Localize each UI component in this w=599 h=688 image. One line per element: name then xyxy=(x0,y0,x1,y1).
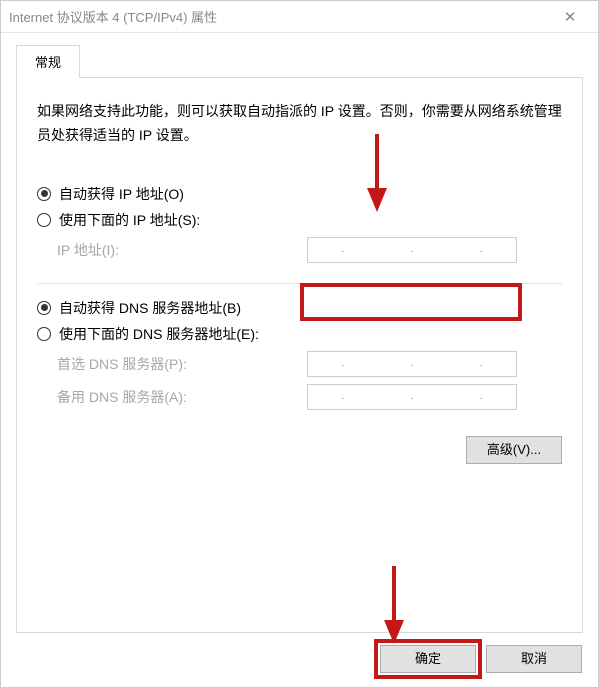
button-label: 确定 xyxy=(415,651,441,666)
tab-strip: 常规 xyxy=(16,45,583,78)
radio-icon xyxy=(37,213,51,227)
tab-label: 常规 xyxy=(35,55,61,70)
dialog-button-bar: 确定 取消 xyxy=(1,633,598,687)
advanced-button[interactable]: 高级(V)... xyxy=(466,436,562,464)
pref-dns-label: 首选 DNS 服务器(P): xyxy=(57,354,307,374)
radio-label: 使用下面的 IP 地址(S): xyxy=(59,210,200,230)
tab-panel: 如果网络支持此功能，则可以获取自动指派的 IP 设置。否则，你需要从网络系统管理… xyxy=(16,78,583,633)
alt-dns-label: 备用 DNS 服务器(A): xyxy=(57,387,307,407)
close-icon: ✕ xyxy=(564,8,577,26)
advanced-row: 高级(V)... xyxy=(37,436,562,464)
ip-octet-sep: . xyxy=(411,358,414,369)
radio-auto-ip[interactable]: 自动获得 IP 地址(O) xyxy=(37,184,562,204)
pref-dns-row: 首选 DNS 服务器(P): . . . xyxy=(57,351,562,377)
radio-icon xyxy=(37,327,51,341)
ip-octet-sep: . xyxy=(411,391,414,402)
ip-octet-sep: . xyxy=(411,244,414,255)
ip-octet-sep: . xyxy=(480,391,483,402)
radio-label: 使用下面的 DNS 服务器地址(E): xyxy=(59,324,259,344)
alt-dns-input[interactable]: . . . xyxy=(307,384,517,410)
pref-dns-input[interactable]: . . . xyxy=(307,351,517,377)
content-area: 常规 如果网络支持此功能，则可以获取自动指派的 IP 设置。否则，你需要从网络系… xyxy=(1,33,598,633)
radio-manual-dns[interactable]: 使用下面的 DNS 服务器地址(E): xyxy=(37,324,562,344)
radio-icon xyxy=(37,301,51,315)
description-text: 如果网络支持此功能，则可以获取自动指派的 IP 设置。否则，你需要从网络系统管理… xyxy=(37,100,562,148)
ip-octet-sep: . xyxy=(341,358,344,369)
ip-address-row: IP 地址(I): . . . xyxy=(57,237,562,263)
tab-general[interactable]: 常规 xyxy=(16,45,80,78)
radio-auto-dns[interactable]: 自动获得 DNS 服务器地址(B) xyxy=(37,298,562,318)
ip-octet-sep: . xyxy=(480,244,483,255)
titlebar: Internet 协议版本 4 (TCP/IPv4) 属性 ✕ xyxy=(1,1,598,33)
window-title: Internet 协议版本 4 (TCP/IPv4) 属性 xyxy=(9,7,550,26)
ip-octet-sep: . xyxy=(341,244,344,255)
cancel-button[interactable]: 取消 xyxy=(486,645,582,673)
dialog-window: Internet 协议版本 4 (TCP/IPv4) 属性 ✕ 常规 如果网络支… xyxy=(0,0,599,688)
close-button[interactable]: ✕ xyxy=(550,2,590,32)
radio-label: 自动获得 IP 地址(O) xyxy=(59,184,184,204)
radio-icon xyxy=(37,187,51,201)
radio-label: 自动获得 DNS 服务器地址(B) xyxy=(59,298,241,318)
ip-address-label: IP 地址(I): xyxy=(57,240,307,260)
section-divider xyxy=(37,283,562,284)
ip-address-input[interactable]: . . . xyxy=(307,237,517,263)
ip-octet-sep: . xyxy=(480,358,483,369)
button-label: 取消 xyxy=(521,651,547,666)
ok-button[interactable]: 确定 xyxy=(380,645,476,673)
ip-octet-sep: . xyxy=(341,391,344,402)
radio-manual-ip[interactable]: 使用下面的 IP 地址(S): xyxy=(37,210,562,230)
alt-dns-row: 备用 DNS 服务器(A): . . . xyxy=(57,384,562,410)
button-label: 高级(V)... xyxy=(487,442,541,457)
